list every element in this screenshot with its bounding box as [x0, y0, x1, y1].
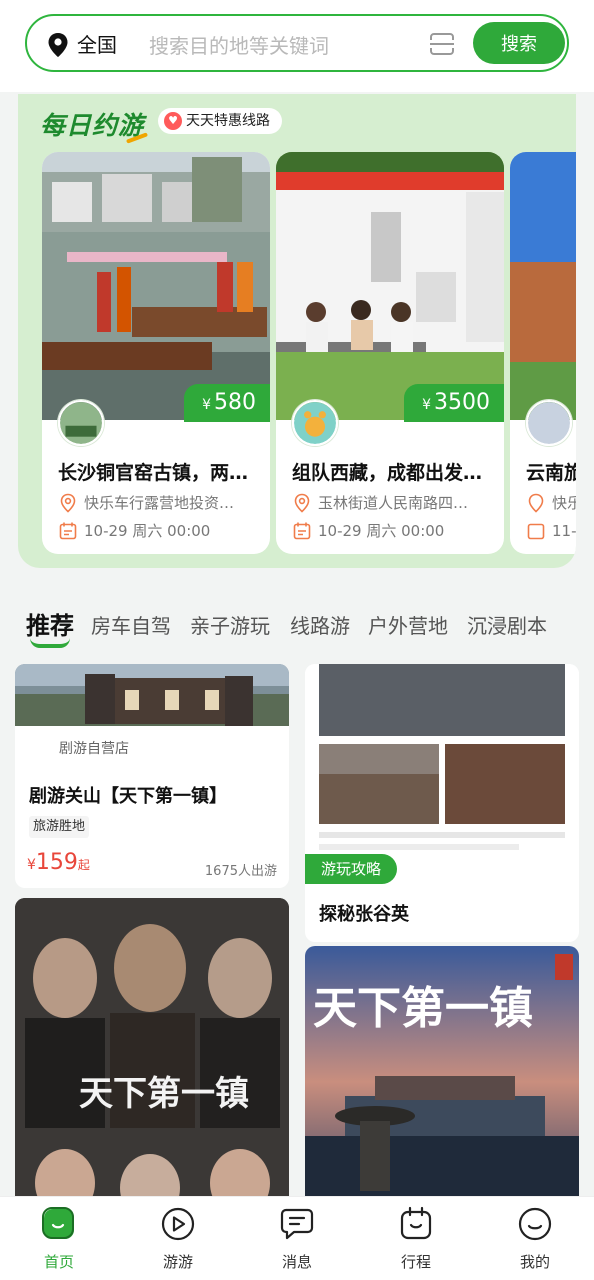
store-name: 剧游自营店	[59, 741, 129, 757]
itinerary-icon	[400, 1206, 432, 1240]
town-poster-card[interactable]: 天下第一镇	[305, 946, 579, 1196]
tab-rv-self-drive[interactable]: 房车自驾	[91, 610, 171, 639]
calendar-icon	[59, 522, 77, 540]
product-title: 剧游关山【天下第一镇】	[29, 786, 227, 807]
host-avatar[interactable]	[292, 400, 338, 446]
nav-home[interactable]: 首页	[19, 1205, 99, 1272]
heart-icon: ♥	[164, 112, 182, 130]
city-selector[interactable]: 全国	[77, 29, 117, 58]
guide-tag: 游玩攻略	[305, 854, 398, 884]
host-avatar[interactable]	[526, 400, 572, 446]
special-routes-label: 天天特惠线路	[186, 113, 270, 129]
calendar-icon	[527, 523, 545, 540]
play-icon	[161, 1207, 195, 1241]
card-photo	[42, 152, 270, 420]
location-pin-icon[interactable]	[47, 32, 69, 58]
category-tabs: 推荐 房车自驾 亲子游玩 线路游 户外营地 沉浸剧本	[0, 600, 594, 650]
guide-title: 探秘张谷英	[319, 904, 409, 925]
daily-card[interactable]: 云南旅 快乐 11-	[510, 152, 576, 554]
host-avatar[interactable]	[58, 400, 104, 446]
nav-messages[interactable]: 消息	[257, 1205, 337, 1272]
card-title: 云南旅	[526, 462, 576, 484]
guide-card[interactable]: 游玩攻略 探秘张谷英	[305, 664, 579, 942]
product-price: ¥159起	[27, 850, 90, 875]
daily-tours-panel: 每日约游 ♥ 天天特惠线路 ¥580 长沙铜官窑古镇，两… 快乐车行露营地投资……	[18, 94, 576, 568]
tab-immersive-script[interactable]: 沉浸剧本	[467, 610, 547, 639]
daily-tours-title: 每日约游	[40, 106, 144, 142]
search-input[interactable]: 搜索目的地等关键词	[149, 30, 329, 59]
feed: 剧游自营店 剧游关山【天下第一镇】 旅游胜地 ¥159起 1675人出游 游玩攻…	[0, 660, 594, 1196]
product-photo	[15, 664, 289, 726]
scan-icon[interactable]	[429, 32, 455, 56]
price-badge: ¥3500	[404, 384, 504, 422]
card-address: 玉林街道人民南路四…	[292, 492, 492, 514]
tab-route-tour[interactable]: 线路游	[290, 610, 350, 639]
daily-card[interactable]: ¥580 长沙铜官窑古镇，两… 快乐车行露营地投资… 10-29 周六 00:0…	[42, 152, 270, 554]
location-icon	[528, 493, 544, 513]
town-poster-title: 天下第一镇	[313, 983, 533, 1034]
tab-family-fun[interactable]: 亲子游玩	[190, 610, 270, 639]
guide-photo	[305, 664, 579, 854]
location-icon	[60, 493, 76, 513]
traveler-count: 1675人出游	[204, 864, 277, 879]
search-bar: 全国 搜索目的地等关键词 搜索	[25, 14, 569, 72]
home-icon	[42, 1207, 74, 1239]
nav-itinerary[interactable]: 行程	[376, 1205, 456, 1272]
card-time: 10-29 周六 00:00	[58, 520, 258, 542]
card-address: 快乐车行露营地投资…	[58, 492, 258, 514]
card-address: 快乐	[526, 492, 576, 514]
message-icon	[280, 1208, 314, 1240]
location-icon	[294, 493, 310, 513]
tab-outdoor-camp[interactable]: 户外营地	[368, 610, 448, 639]
product-card[interactable]: 剧游自营店 剧游关山【天下第一镇】 旅游胜地 ¥159起 1675人出游	[15, 664, 289, 888]
drama-poster	[15, 898, 289, 1196]
nav-tour[interactable]: 游游	[138, 1205, 218, 1272]
drama-poster-title: 天下第一镇	[79, 1074, 249, 1114]
daily-card[interactable]: ¥3500 组队西藏，成都出发… 玉林街道人民南路四… 10-29 周六 00:…	[276, 152, 504, 554]
nav-profile[interactable]: 我的	[495, 1205, 575, 1272]
special-routes-tag[interactable]: ♥ 天天特惠线路	[158, 108, 282, 134]
card-title: 组队西藏，成都出发…	[292, 462, 483, 484]
calendar-icon	[293, 522, 311, 540]
card-photo	[276, 152, 504, 420]
tab-recommend[interactable]: 推荐	[26, 606, 74, 641]
top-bar: 全国 搜索目的地等关键词 搜索	[0, 0, 594, 92]
drama-poster-card[interactable]: 天下第一镇	[15, 898, 289, 1196]
card-time: 10-29 周六 00:00	[292, 520, 492, 542]
card-title: 长沙铜官窑古镇，两…	[58, 462, 249, 484]
card-photo	[510, 152, 576, 420]
price-badge: ¥580	[184, 384, 270, 422]
active-tab-indicator	[30, 638, 70, 648]
search-button[interactable]: 搜索	[473, 22, 565, 64]
product-tag: 旅游胜地	[29, 816, 90, 838]
profile-icon	[518, 1207, 552, 1241]
bottom-nav: 首页 游游 消息 行程 我的	[0, 1196, 594, 1280]
card-time: 11-	[526, 520, 576, 542]
